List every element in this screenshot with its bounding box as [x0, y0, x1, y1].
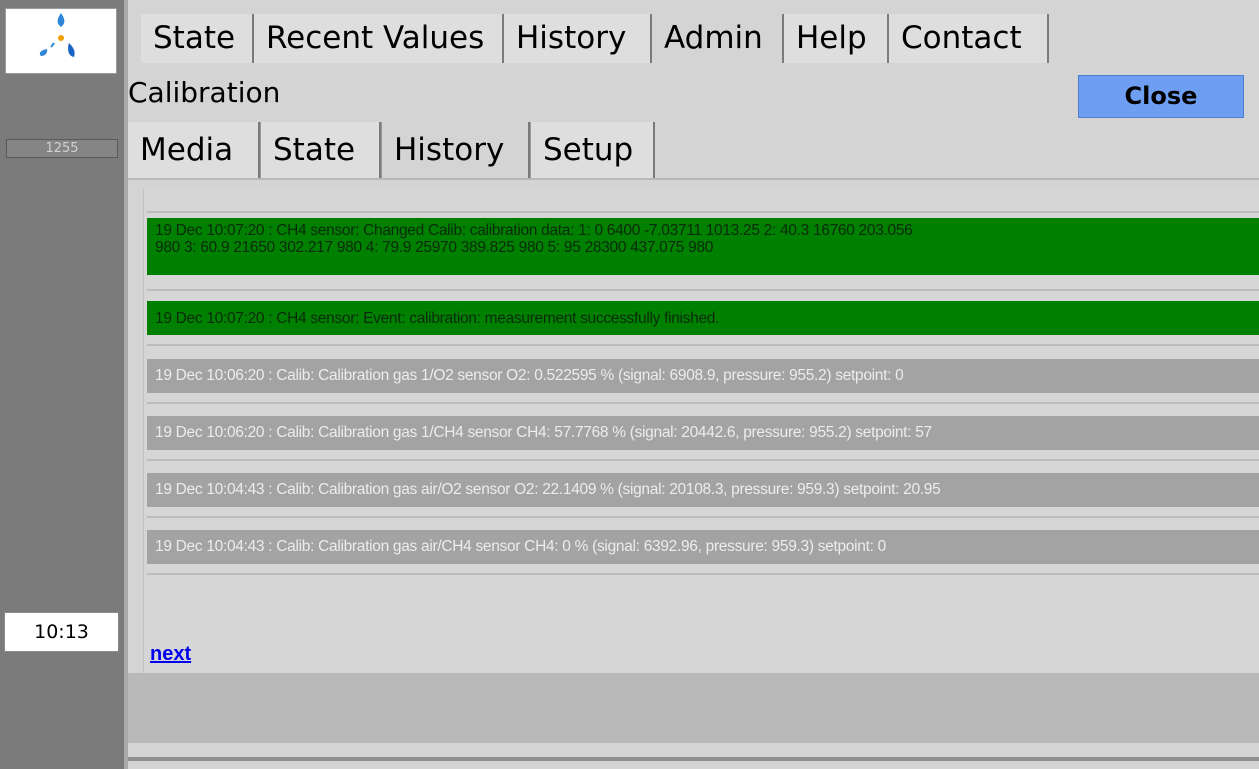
- subtab-setup[interactable]: Setup: [530, 122, 655, 178]
- history-entry: 19 Dec 10:06:20 : Calib: Calibration gas…: [147, 416, 1259, 450]
- history-entry: 19 Dec 10:07:20 : CH4 sensor: Changed Ca…: [147, 218, 1259, 275]
- entry-divider: [147, 516, 1259, 518]
- history-entry-line: 19 Dec 10:07:20 : CH4 sensor: Changed Ca…: [155, 222, 913, 239]
- logo[interactable]: [5, 8, 117, 74]
- entry-divider: [147, 402, 1259, 404]
- history-entry: 19 Dec 10:06:20 : Calib: Calibration gas…: [147, 359, 1259, 393]
- bottom-divider: [128, 757, 1259, 761]
- subtab-media[interactable]: Media: [128, 122, 260, 178]
- subtab-underline: [128, 178, 1259, 180]
- tab-recent-values[interactable]: Recent Values: [254, 14, 504, 63]
- counter-display: 1255: [6, 139, 118, 158]
- entry-divider: [147, 289, 1259, 291]
- tab-history[interactable]: History: [504, 14, 652, 63]
- subtab-history[interactable]: History: [381, 122, 530, 178]
- main-tab-bar: State Recent Values History Admin Help C…: [128, 0, 1259, 67]
- page-title: Calibration: [128, 76, 281, 109]
- subtab-state[interactable]: State: [260, 122, 381, 178]
- history-entry: 19 Dec 10:07:20 : CH4 sensor: Event: cal…: [147, 301, 1259, 335]
- sidebar: 1255 10:13: [0, 0, 124, 769]
- entry-divider: [147, 459, 1259, 461]
- entry-divider: [147, 211, 1259, 213]
- clock-display: 10:13: [4, 612, 119, 652]
- history-entry: 19 Dec 10:04:43 : Calib: Calibration gas…: [147, 473, 1259, 507]
- history-entry: 19 Dec 10:04:43 : Calib: Calibration gas…: [147, 530, 1259, 564]
- tab-admin[interactable]: Admin: [652, 14, 784, 63]
- tab-help[interactable]: Help: [784, 14, 889, 63]
- drop-cluster-logo-icon: [39, 13, 75, 57]
- close-button[interactable]: Close: [1078, 75, 1244, 118]
- sidebar-separator: [124, 0, 128, 769]
- entry-divider: [147, 573, 1259, 575]
- entry-divider: [147, 344, 1259, 346]
- history-entry-line: 980 3: 60.9 21650 302.217 980 4: 79.9 25…: [155, 239, 714, 256]
- next-link[interactable]: next: [150, 643, 191, 666]
- tab-state[interactable]: State: [141, 14, 254, 63]
- bottom-bar: [128, 673, 1259, 743]
- tab-contact[interactable]: Contact: [889, 14, 1049, 63]
